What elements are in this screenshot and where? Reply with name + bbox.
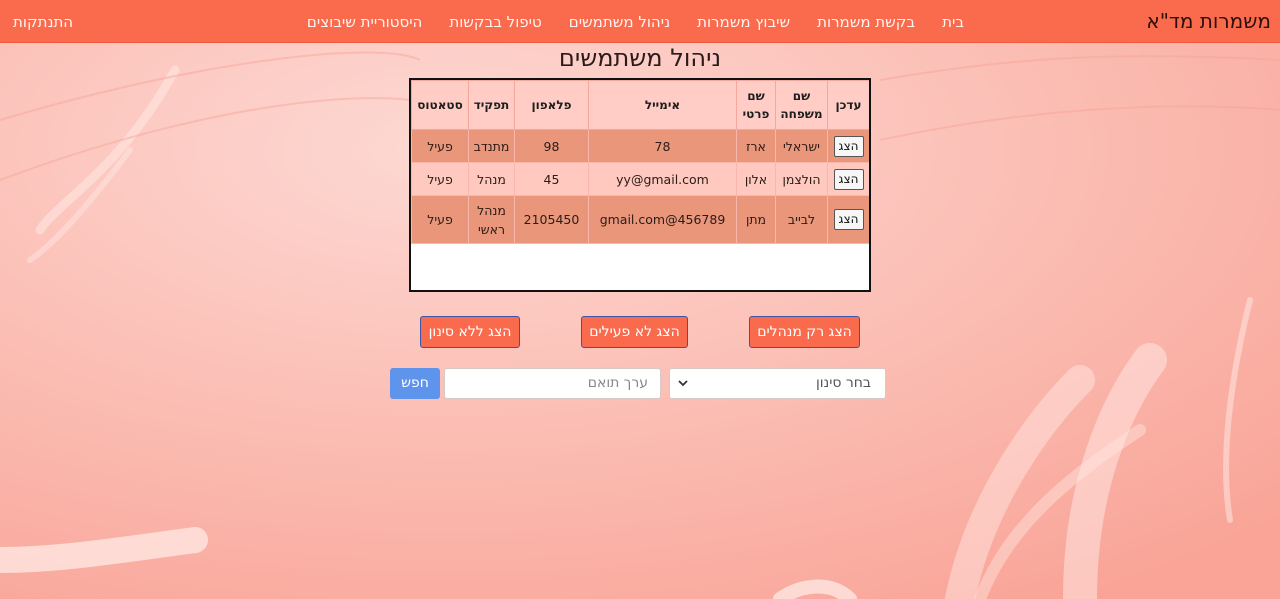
- cell-status: פעיל: [411, 162, 469, 196]
- show-unfiltered-button[interactable]: הצג ללא סינון: [420, 316, 520, 348]
- filter-select-value: בחר סינון: [815, 375, 871, 391]
- show-user-button[interactable]: הצג: [833, 209, 864, 230]
- cell-first-name: אלון: [736, 162, 776, 196]
- cell-update: הצג: [827, 129, 869, 163]
- nav-link-home[interactable]: בית: [942, 12, 964, 32]
- users-table: עדכן שם משפחה שם פרטי אימייל פלאפון תפקי…: [411, 80, 869, 244]
- cell-last-name: הולצמן: [775, 162, 828, 196]
- table-row: הצג הולצמן אלון yy@gmail.com 45 מנהל פעי…: [411, 162, 869, 196]
- cell-phone: 2105450: [514, 195, 589, 244]
- nav-link-request-shifts[interactable]: בקשת משמרות: [817, 12, 915, 32]
- header-update: עדכן: [827, 80, 869, 130]
- cell-last-name: לבייב: [775, 195, 828, 244]
- cell-update: הצג: [827, 162, 869, 196]
- nav-link-assignment-history[interactable]: היסטוריית שיבוצים: [307, 12, 422, 32]
- match-value-input[interactable]: ערך תואם: [444, 368, 661, 399]
- cell-last-name: ישראלי: [775, 129, 828, 163]
- table-row: הצג ישראלי ארז 78 98 מתנדב פעיל: [411, 129, 869, 163]
- cell-email: yy@gmail.com: [588, 162, 737, 196]
- header-last-name: שם משפחה: [775, 80, 828, 130]
- header-status: סטאטוס: [411, 80, 469, 130]
- logout-link[interactable]: התנתקות: [13, 12, 73, 32]
- show-user-button[interactable]: הצג: [833, 168, 864, 190]
- table-row: הצג לבייב מתן gmail.com@456789 2105450 מ…: [411, 195, 869, 244]
- cell-status: פעיל: [411, 195, 469, 244]
- nav-links: בית בקשת משמרות שיבוץ משמרות ניהול משתמש…: [280, 12, 964, 32]
- top-navbar: משמרות מד"א בית בקשת משמרות שיבוץ משמרות…: [0, 0, 1280, 43]
- search-button[interactable]: חפש: [390, 368, 440, 399]
- cell-first-name: ארז: [736, 129, 776, 163]
- cell-email: 78: [588, 129, 737, 163]
- table-header-row: עדכן שם משפחה שם פרטי אימייל פלאפון תפקי…: [411, 80, 869, 130]
- cell-role: מנהל: [468, 162, 515, 196]
- chevron-down-icon: [678, 380, 688, 387]
- cell-role: מתנדב: [468, 129, 515, 163]
- cell-email: gmail.com@456789: [588, 195, 737, 244]
- cell-phone: 45: [514, 162, 589, 196]
- cell-status: פעיל: [411, 129, 469, 163]
- users-table-container: עדכן שם משפחה שם פרטי אימייל פלאפון תפקי…: [409, 78, 871, 292]
- header-phone: פלאפון: [514, 80, 589, 130]
- nav-link-assign-shifts[interactable]: שיבוץ משמרות: [697, 12, 790, 32]
- nav-link-manage-users[interactable]: ניהול משתמשים: [569, 12, 670, 32]
- header-first-name: שם פרטי: [736, 80, 776, 130]
- brand-title[interactable]: משמרות מד"א: [1146, 9, 1271, 33]
- show-inactive-button[interactable]: הצג לא פעילים: [581, 316, 688, 348]
- nav-link-handle-requests[interactable]: טיפול בבקשות: [449, 12, 541, 32]
- cell-update: הצג: [827, 195, 869, 244]
- show-user-button[interactable]: הצג: [833, 135, 864, 157]
- cell-phone: 98: [514, 129, 589, 163]
- page-title: ניהול משתמשים: [558, 44, 722, 72]
- cell-first-name: מתן: [736, 195, 776, 244]
- show-managers-only-button[interactable]: הצג רק מנהלים: [749, 316, 860, 348]
- cell-role: מנהל ראשי: [468, 195, 515, 244]
- match-value-placeholder: ערך תואם: [587, 375, 648, 391]
- filter-select[interactable]: בחר סינון: [669, 368, 886, 399]
- header-email: אימייל: [588, 80, 737, 130]
- header-role: תפקיד: [468, 80, 515, 130]
